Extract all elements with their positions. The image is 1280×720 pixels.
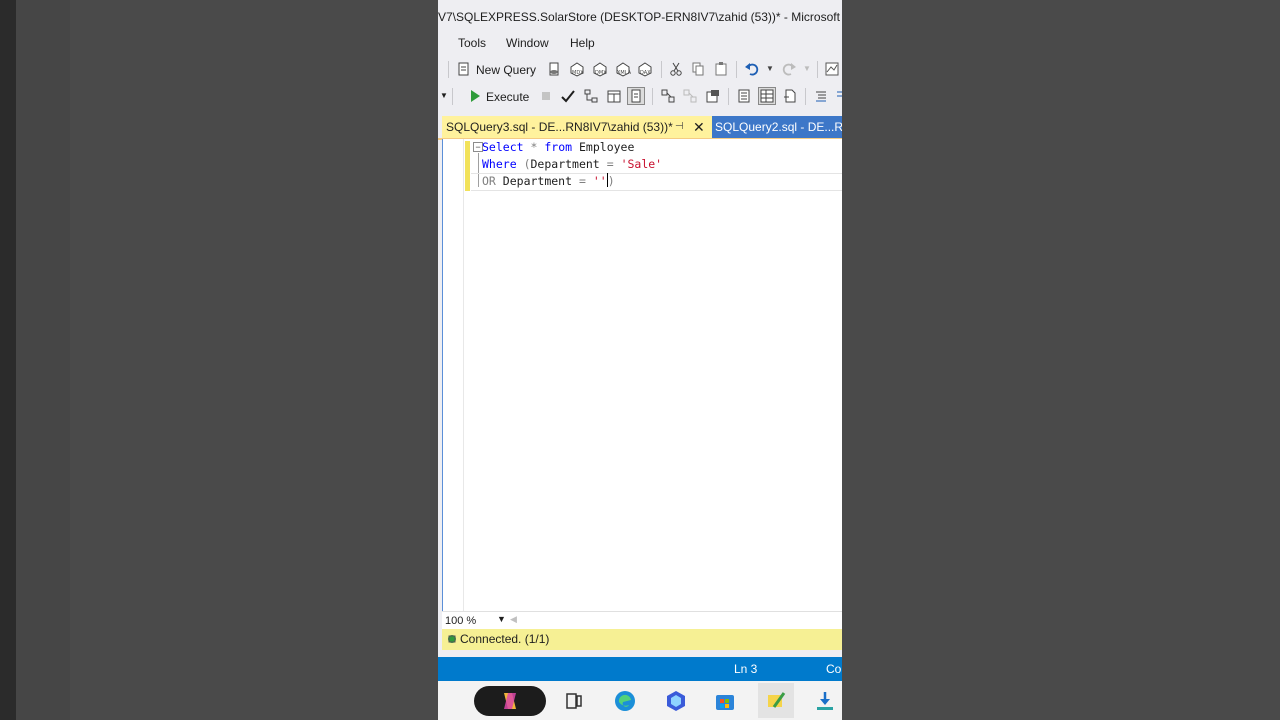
grid-results-icon[interactable]: [758, 87, 776, 105]
tab-label: SQLQuery3.sql - DE...RN8IV7\zahid (53))*: [446, 120, 673, 134]
taskbar: [438, 681, 842, 720]
zoom-level[interactable]: 100 %: [445, 615, 476, 627]
copilot-icon: [504, 693, 516, 709]
comment-icon[interactable]: [813, 88, 829, 104]
background-right: [842, 0, 1280, 720]
toolbar-separator: [736, 61, 737, 78]
results-to-file-icon[interactable]: [705, 88, 721, 104]
connected-icon: [448, 635, 456, 643]
menu-bar: Tools Window Help: [438, 33, 842, 55]
tab-label: SQLQuery2.sql - DE...RN: [715, 120, 842, 134]
xmla-query-icon[interactable]: XMLA: [615, 61, 631, 77]
code-line-3: OR Department = ''): [482, 173, 615, 188]
query-designer-icon[interactable]: [606, 88, 622, 104]
parse-check-icon[interactable]: [560, 88, 576, 104]
title-bar: V7\SQLEXPRESS.SolarStore (DESKTOP-ERN8IV…: [438, 0, 842, 33]
dax-query-icon[interactable]: DAX: [637, 61, 653, 77]
connection-status: Connected. (1/1): [460, 632, 550, 646]
close-icon[interactable]: ✕: [693, 116, 705, 138]
display-plan-icon[interactable]: [583, 88, 599, 104]
standard-toolbar: New Query MDX DMX XMLA DAX ▼ ▼: [438, 57, 842, 83]
toolbar-separator: [448, 61, 449, 78]
background-strip: [0, 0, 16, 720]
editor-gutter: [443, 139, 464, 611]
sql-editor-toolbar: ▼ Execute: [438, 84, 842, 110]
scroll-left-icon[interactable]: ◀: [510, 614, 517, 625]
redo-dropdown-icon[interactable]: ▼: [803, 64, 811, 73]
code-text[interactable]: Select * from Employee Where (Department …: [482, 139, 662, 190]
copilot-app-icon[interactable]: [664, 689, 688, 713]
ssms-icon: [768, 692, 786, 708]
ssms-taskbar-button[interactable]: [758, 683, 794, 718]
include-plan-icon[interactable]: [736, 88, 752, 104]
change-indicator: [465, 141, 470, 191]
menu-help[interactable]: Help: [568, 36, 597, 50]
new-query-icon[interactable]: [456, 61, 472, 77]
results-to-grid-icon[interactable]: [682, 88, 698, 104]
toolbar-separator: [817, 61, 818, 78]
mdx-query-icon[interactable]: MDX: [569, 61, 585, 77]
store-icon[interactable]: [713, 689, 737, 713]
execute-button[interactable]: Execute: [486, 90, 529, 104]
stop-icon[interactable]: [538, 88, 554, 104]
code-line-2: Where (Department = 'Sale': [482, 157, 663, 171]
copilot-pill[interactable]: [474, 686, 546, 716]
status-bar: Ln 3 Co: [438, 657, 842, 681]
zoom-dropdown-icon[interactable]: ▼: [497, 614, 506, 624]
file-results-icon[interactable]: [782, 88, 798, 104]
task-view-icon[interactable]: [562, 689, 586, 713]
background-left: [0, 0, 438, 720]
toolbar-separator: [452, 88, 453, 105]
code-line-1: Select * from Employee: [482, 140, 635, 154]
edge-icon[interactable]: [613, 689, 637, 713]
ssms-window: V7\SQLEXPRESS.SolarStore (DESKTOP-ERN8IV…: [438, 0, 842, 720]
zoom-bar: 100 % ▼ ◀: [442, 611, 842, 630]
background-band: [16, 0, 70, 720]
cut-icon[interactable]: [668, 61, 684, 77]
uncomment-icon[interactable]: [834, 88, 842, 104]
activity-monitor-icon[interactable]: [824, 61, 840, 77]
database-engine-query-icon[interactable]: [546, 61, 562, 77]
toolbar-separator: [661, 61, 662, 78]
query-editor[interactable]: − Select * from Employee Where (Departmen…: [442, 139, 842, 611]
column-indicator: Co: [826, 662, 842, 676]
results-to-text-icon[interactable]: [660, 88, 676, 104]
connection-status-bar: Connected. (1/1): [442, 629, 842, 650]
execute-icon[interactable]: [467, 88, 483, 104]
menu-tools[interactable]: Tools: [456, 36, 488, 50]
redo-icon[interactable]: [781, 61, 797, 77]
tab-sqlquery3[interactable]: SQLQuery3.sql - DE...RN8IV7\zahid (53))*…: [442, 116, 712, 138]
toolbar-separator: [805, 88, 806, 105]
dmx-query-icon[interactable]: DMX: [592, 61, 608, 77]
svg-text:DAX: DAX: [640, 70, 651, 76]
undo-dropdown-icon[interactable]: ▼: [766, 64, 774, 73]
document-tabs: SQLQuery3.sql - DE...RN8IV7\zahid (53))*…: [438, 116, 842, 140]
intellisense-icon[interactable]: [627, 87, 645, 105]
svg-text:XMLA: XMLA: [617, 70, 631, 76]
tab-sqlquery2[interactable]: SQLQuery2.sql - DE...RN: [712, 116, 842, 138]
toolbar-separator: [652, 88, 653, 105]
copy-icon[interactable]: [690, 61, 706, 77]
new-query-button[interactable]: New Query: [476, 63, 536, 77]
pin-icon[interactable]: ⊣: [675, 116, 684, 138]
svg-text:MDX: MDX: [572, 70, 584, 76]
window-title: V7\SQLEXPRESS.SolarStore (DESKTOP-ERN8IV…: [438, 10, 842, 24]
menu-window[interactable]: Window: [504, 36, 551, 50]
line-indicator: Ln 3: [734, 662, 758, 676]
download-icon[interactable]: [813, 689, 837, 713]
undo-icon[interactable]: [744, 61, 760, 77]
paste-icon[interactable]: [713, 61, 729, 77]
database-dropdown-icon[interactable]: ▼: [440, 91, 448, 100]
toolbar-separator: [728, 88, 729, 105]
svg-text:DMX: DMX: [595, 70, 607, 76]
